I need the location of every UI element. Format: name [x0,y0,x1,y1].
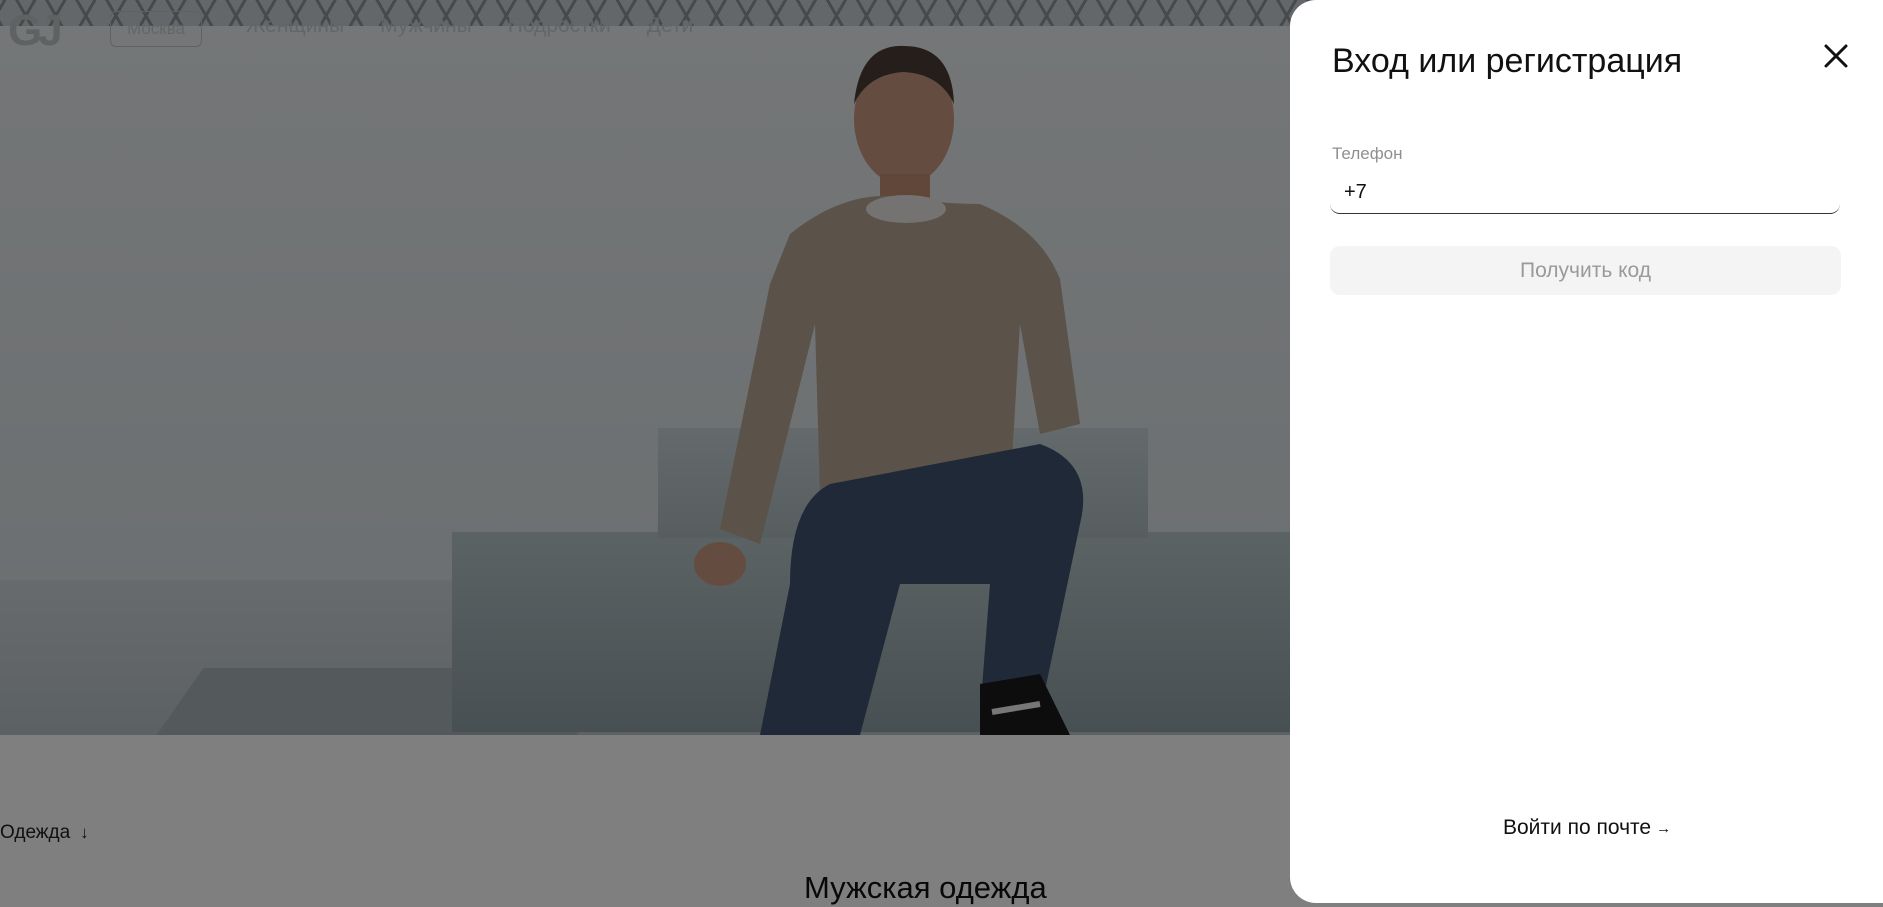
close-icon [1824,44,1848,68]
email-login-link[interactable]: Войти по почте → [1503,816,1671,840]
close-button[interactable] [1818,38,1854,74]
phone-field-label: Телефон [1332,144,1403,163]
arrow-right-icon: → [1656,819,1672,837]
modal-title: Вход или регистрация [1332,42,1683,80]
phone-input[interactable] [1330,176,1840,214]
email-login-label: Войти по почте [1503,816,1652,839]
get-code-button[interactable]: Получить код [1330,246,1841,295]
login-modal: Вход или регистрация Телефон Получить ко… [1290,0,1883,903]
